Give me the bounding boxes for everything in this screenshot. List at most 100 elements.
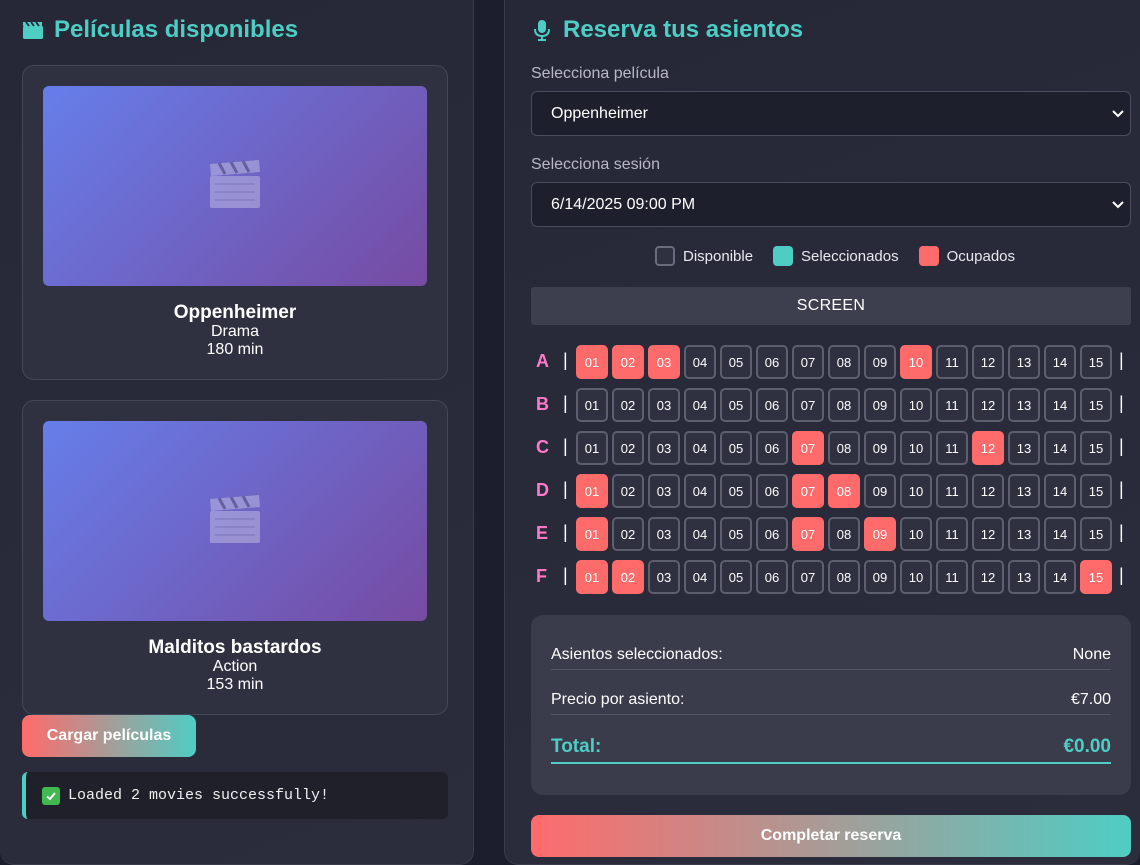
movie-title: Malditos bastardos bbox=[148, 637, 322, 658]
seat-f03[interactable]: 03 bbox=[648, 560, 680, 594]
seat-d05[interactable]: 05 bbox=[720, 474, 752, 508]
seat-b08[interactable]: 08 bbox=[828, 388, 860, 422]
seat-e04[interactable]: 04 bbox=[684, 517, 716, 551]
seat-c15[interactable]: 15 bbox=[1080, 431, 1112, 465]
seat-f07[interactable]: 07 bbox=[792, 560, 824, 594]
seat-f09[interactable]: 09 bbox=[864, 560, 896, 594]
seat-d12[interactable]: 12 bbox=[972, 474, 1004, 508]
seat-c11[interactable]: 11 bbox=[936, 431, 968, 465]
seat-d13[interactable]: 13 bbox=[1008, 474, 1040, 508]
movie-genre: Action bbox=[212, 658, 258, 675]
seat-d01: 01 bbox=[576, 474, 608, 508]
seat-d11[interactable]: 11 bbox=[936, 474, 968, 508]
movie-duration: 180 min bbox=[206, 341, 264, 358]
seat-b05[interactable]: 05 bbox=[720, 388, 752, 422]
seat-e02[interactable]: 02 bbox=[612, 517, 644, 551]
total-value: €0.00 bbox=[1063, 735, 1111, 757]
seat-a04[interactable]: 04 bbox=[684, 345, 716, 379]
seat-a08[interactable]: 08 bbox=[828, 345, 860, 379]
seat-f11[interactable]: 11 bbox=[936, 560, 968, 594]
clapper-icon bbox=[207, 493, 263, 550]
seat-b13[interactable]: 13 bbox=[1008, 388, 1040, 422]
seat-b01[interactable]: 01 bbox=[576, 388, 608, 422]
seat-b03[interactable]: 03 bbox=[648, 388, 680, 422]
seat-f08[interactable]: 08 bbox=[828, 560, 860, 594]
session-select[interactable]: 6/14/2025 09:00 PM bbox=[531, 182, 1131, 227]
seat-c10[interactable]: 10 bbox=[900, 431, 932, 465]
seat-c13[interactable]: 13 bbox=[1008, 431, 1040, 465]
seat-a15[interactable]: 15 bbox=[1080, 345, 1112, 379]
seat-d03[interactable]: 03 bbox=[648, 474, 680, 508]
seat-e01: 01 bbox=[576, 517, 608, 551]
seat-c01[interactable]: 01 bbox=[576, 431, 608, 465]
seat-e15[interactable]: 15 bbox=[1080, 517, 1112, 551]
complete-booking-button[interactable]: Completar reserva bbox=[531, 815, 1131, 857]
seat-e10[interactable]: 10 bbox=[900, 517, 932, 551]
row-label: C bbox=[536, 437, 549, 457]
legend-available: Disponible bbox=[655, 246, 753, 266]
seat-e12[interactable]: 12 bbox=[972, 517, 1004, 551]
movie-card-oppenheimer[interactable]: Oppenheimer Drama 180 min bbox=[22, 65, 448, 380]
seat-f05[interactable]: 05 bbox=[720, 560, 752, 594]
seat-d04[interactable]: 04 bbox=[684, 474, 716, 508]
seat-d02[interactable]: 02 bbox=[612, 474, 644, 508]
seat-b04[interactable]: 04 bbox=[684, 388, 716, 422]
price-per-seat-value: €7.00 bbox=[1070, 691, 1111, 708]
seat-b15[interactable]: 15 bbox=[1080, 388, 1112, 422]
seat-f12[interactable]: 12 bbox=[972, 560, 1004, 594]
seat-b02[interactable]: 02 bbox=[612, 388, 644, 422]
seat-b14[interactable]: 14 bbox=[1044, 388, 1076, 422]
seat-f01: 01 bbox=[576, 560, 608, 594]
row-divider: | bbox=[1119, 393, 1124, 413]
legend-occupied-label: Ocupados bbox=[946, 247, 1016, 265]
booking-summary: Asientos seleccionados: None Precio por … bbox=[531, 615, 1131, 795]
seat-row-d: D | 01 02 03 04 05 06 07 08 09 10 11 12 13 14 15 | bbox=[531, 474, 1131, 508]
seat-f14[interactable]: 14 bbox=[1044, 560, 1076, 594]
seat-e08[interactable]: 08 bbox=[828, 517, 860, 551]
movie-select[interactable]: Oppenheimer bbox=[531, 91, 1131, 136]
seat-a07[interactable]: 07 bbox=[792, 345, 824, 379]
seat-b12[interactable]: 12 bbox=[972, 388, 1004, 422]
seat-b10[interactable]: 10 bbox=[900, 388, 932, 422]
seat-e06[interactable]: 06 bbox=[756, 517, 788, 551]
seat-b09[interactable]: 09 bbox=[864, 388, 896, 422]
seat-c05[interactable]: 05 bbox=[720, 431, 752, 465]
seat-b07[interactable]: 07 bbox=[792, 388, 824, 422]
movie-card-malditos-bastardos[interactable]: Malditos bastardos Action 153 min bbox=[22, 400, 448, 715]
seat-d10[interactable]: 10 bbox=[900, 474, 932, 508]
seat-a01: 01 bbox=[576, 345, 608, 379]
seat-e13[interactable]: 13 bbox=[1008, 517, 1040, 551]
seat-c06[interactable]: 06 bbox=[756, 431, 788, 465]
seat-a11[interactable]: 11 bbox=[936, 345, 968, 379]
seat-c02[interactable]: 02 bbox=[612, 431, 644, 465]
seat-row-b: B | 01 02 03 04 05 06 07 08 09 10 11 12 13 14 15 | bbox=[531, 388, 1131, 422]
seat-b11[interactable]: 11 bbox=[936, 388, 968, 422]
seat-c04[interactable]: 04 bbox=[684, 431, 716, 465]
seat-e05[interactable]: 05 bbox=[720, 517, 752, 551]
seat-a05[interactable]: 05 bbox=[720, 345, 752, 379]
seat-a14[interactable]: 14 bbox=[1044, 345, 1076, 379]
seat-f10[interactable]: 10 bbox=[900, 560, 932, 594]
seat-c08[interactable]: 08 bbox=[828, 431, 860, 465]
seat-d06[interactable]: 06 bbox=[756, 474, 788, 508]
seat-d09[interactable]: 09 bbox=[864, 474, 896, 508]
seat-e14[interactable]: 14 bbox=[1044, 517, 1076, 551]
seat-f13[interactable]: 13 bbox=[1008, 560, 1040, 594]
seat-f04[interactable]: 04 bbox=[684, 560, 716, 594]
seat-c09[interactable]: 09 bbox=[864, 431, 896, 465]
seat-d14[interactable]: 14 bbox=[1044, 474, 1076, 508]
load-movies-button[interactable]: Cargar películas bbox=[22, 715, 196, 757]
seat-a13[interactable]: 13 bbox=[1008, 345, 1040, 379]
seat-e11[interactable]: 11 bbox=[936, 517, 968, 551]
seat-c03[interactable]: 03 bbox=[648, 431, 680, 465]
seat-f06[interactable]: 06 bbox=[756, 560, 788, 594]
seat-d15[interactable]: 15 bbox=[1080, 474, 1112, 508]
seat-c14[interactable]: 14 bbox=[1044, 431, 1076, 465]
seat-e03[interactable]: 03 bbox=[648, 517, 680, 551]
seat-a06[interactable]: 06 bbox=[756, 345, 788, 379]
movie-select-label: Selecciona película bbox=[531, 65, 669, 82]
seat-a12[interactable]: 12 bbox=[972, 345, 1004, 379]
seat-a09[interactable]: 09 bbox=[864, 345, 896, 379]
row-divider: | bbox=[563, 522, 568, 542]
seat-b06[interactable]: 06 bbox=[756, 388, 788, 422]
